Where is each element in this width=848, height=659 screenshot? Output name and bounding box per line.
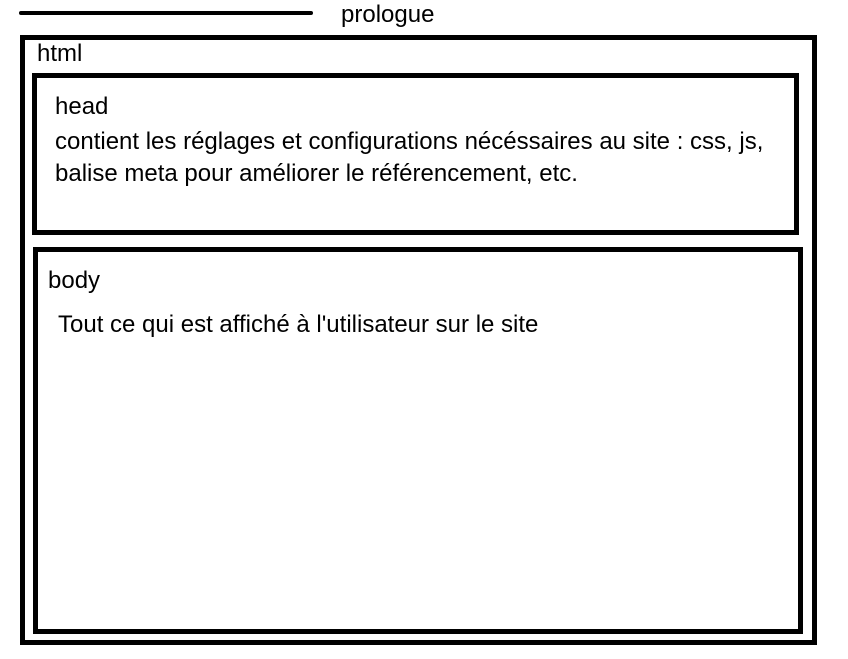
prologue-label: prologue <box>341 1 435 28</box>
body-box <box>33 247 803 634</box>
head-description: contient les réglages et configurations … <box>55 128 764 187</box>
head-label: head <box>55 93 109 120</box>
prologue-line <box>19 11 313 15</box>
html-label: html <box>37 40 83 67</box>
body-description: Tout ce qui est affiché à l'utilisateur … <box>58 311 539 338</box>
body-label: body <box>48 267 101 294</box>
